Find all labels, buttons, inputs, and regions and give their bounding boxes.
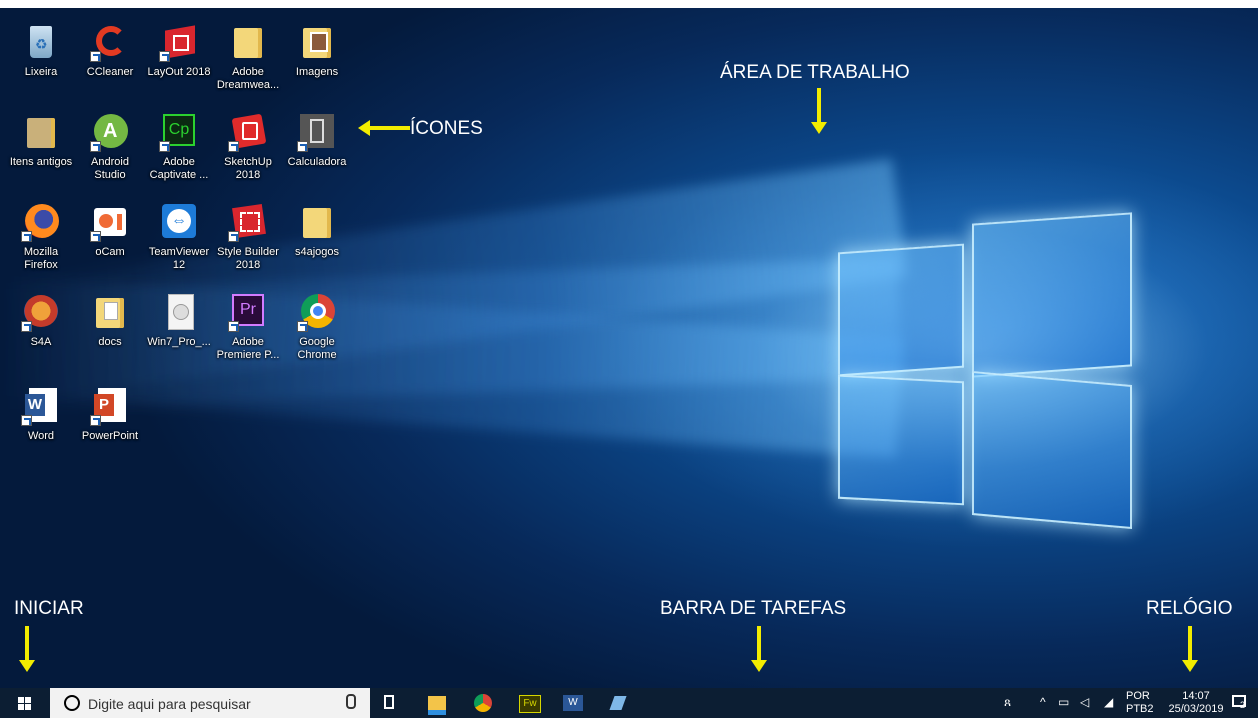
windows-logo-icon	[18, 697, 31, 710]
windows-logo-pane	[972, 371, 1132, 529]
taskbar-chrome[interactable]	[472, 692, 494, 714]
sketchup-icon	[228, 112, 268, 152]
desktop-icon-adobe-dreamweaver[interactable]: Adobe Dreamwea...	[215, 22, 281, 92]
powerpoint-icon: P	[90, 386, 130, 426]
desktop-icon-adobe-premiere[interactable]: Pr Adobe Premiere P...	[215, 292, 281, 362]
clock-time: 14:07	[1182, 690, 1210, 702]
taskbar-app-pen[interactable]	[608, 692, 630, 714]
desktop-icon-sketchup-2018[interactable]: SketchUp 2018	[215, 112, 281, 182]
desktop-wallpaper: ♻ Lixeira CCleaner LayOut 2018 Adobe Dre…	[0, 8, 1258, 718]
clock[interactable]: 14:07 25/03/2019	[1164, 688, 1228, 718]
ccleaner-icon	[90, 22, 130, 62]
fireworks-icon: Fw	[519, 695, 541, 713]
desktop-icon-calculadora[interactable]: Calculadora	[284, 112, 350, 169]
layout-icon	[159, 22, 199, 62]
notification-center-button[interactable]: 2	[1232, 694, 1250, 712]
calculator-icon	[297, 112, 337, 152]
notification-badge: 2	[1240, 700, 1246, 710]
volume-icon[interactable]: ◁	[1080, 695, 1089, 709]
search-input[interactable]: Digite aqui para pesquisar	[88, 696, 251, 712]
pen-icon	[609, 696, 627, 710]
taskbar-file-explorer[interactable]	[426, 692, 448, 715]
desktop-icon-docs[interactable]: docs	[77, 292, 143, 349]
annotation-iniciar: INICIAR	[14, 598, 84, 619]
android-studio-icon: A	[90, 112, 130, 152]
annotation-area-de-trabalho: ÁREA DE TRABALHO	[720, 62, 910, 83]
word-icon: W	[563, 695, 583, 711]
desktop-icon-imagens[interactable]: Imagens	[284, 22, 350, 79]
desktop-icon-win7-pro[interactable]: Win7_Pro_...	[146, 292, 212, 349]
taskbar: Digite aqui para pesquisar Fw W ጸ ^ ▭ ◁ …	[0, 688, 1258, 718]
desktop-icon-layout-2018[interactable]: LayOut 2018	[146, 22, 212, 79]
arrow-left-icon	[358, 120, 410, 136]
language-indicator[interactable]: POR PTB2	[1126, 688, 1160, 718]
folder-icon	[90, 292, 130, 332]
task-view-icon	[384, 695, 394, 709]
desktop-icon-ocam[interactable]: oCam	[77, 202, 143, 259]
arrow-down-icon	[1182, 626, 1198, 672]
desktop-icon-s4a[interactable]: S4A	[8, 292, 74, 349]
task-view-button[interactable]	[384, 695, 400, 711]
ocam-icon	[90, 202, 130, 242]
wifi-icon[interactable]: ◢	[1104, 695, 1113, 709]
folder-icon	[297, 202, 337, 242]
annotation-barra-de-tarefas: BARRA DE TAREFAS	[660, 598, 847, 619]
chrome-icon	[474, 694, 492, 712]
premiere-icon: Pr	[228, 292, 268, 332]
desktop-icon-adobe-captivate[interactable]: Cp Adobe Captivate ...	[146, 112, 212, 182]
file-explorer-icon	[428, 696, 446, 715]
keyboard-layout: PTB2	[1126, 703, 1154, 715]
start-button[interactable]	[0, 688, 50, 718]
firefox-icon	[21, 202, 61, 242]
taskbar-fireworks[interactable]: Fw	[518, 692, 541, 714]
chrome-icon	[297, 292, 337, 332]
clock-date: 25/03/2019	[1168, 703, 1224, 715]
taskbar-word[interactable]: W	[562, 692, 584, 714]
s4a-icon	[21, 292, 61, 332]
pictures-folder-icon	[297, 22, 337, 62]
arrow-down-icon	[811, 88, 827, 134]
network-adapter-icon[interactable]: ▭	[1058, 695, 1069, 709]
folder-icon	[21, 112, 61, 152]
captivate-icon: Cp	[159, 112, 199, 152]
desktop-icon-teamviewer-12[interactable]: ⇔ TeamViewer 12	[146, 202, 212, 272]
desktop-icon-s4ajogos[interactable]: s4ajogos	[284, 202, 350, 259]
microphone-icon[interactable]	[346, 694, 356, 709]
search-box[interactable]: Digite aqui para pesquisar	[50, 688, 370, 718]
arrow-down-icon	[19, 626, 35, 672]
desktop-icon-mozilla-firefox[interactable]: Mozilla Firefox	[8, 202, 74, 272]
desktop-icon-powerpoint[interactable]: P PowerPoint	[77, 386, 143, 443]
recycle-bin-icon: ♻	[21, 22, 61, 62]
windows-logo-pane	[838, 243, 964, 377]
language-code: POR	[1126, 690, 1150, 702]
word-icon: W	[21, 386, 61, 426]
teamviewer-icon: ⇔	[159, 202, 199, 242]
desktop-icon-lixeira[interactable]: ♻ Lixeira	[8, 22, 74, 79]
style-builder-icon	[228, 202, 268, 242]
arrow-down-icon	[751, 626, 767, 672]
annotation-icones: ÍCONES	[410, 118, 483, 139]
windows-logo-pane	[972, 212, 1132, 378]
desktop-icon-google-chrome[interactable]: Google Chrome	[284, 292, 350, 362]
folder-icon	[228, 22, 268, 62]
chevron-up-icon[interactable]: ^	[1040, 695, 1046, 709]
desktop-icon-android-studio[interactable]: A Android Studio	[77, 112, 143, 182]
desktop-icon-itens-antigos[interactable]: Itens antigos	[8, 112, 74, 169]
desktop-icon-style-builder-2018[interactable]: Style Builder 2018	[215, 202, 281, 272]
desktop-icon-ccleaner[interactable]: CCleaner	[77, 22, 143, 79]
disc-image-file-icon	[159, 292, 199, 332]
cortana-circle-icon	[64, 695, 80, 711]
desktop-icon-word[interactable]: W Word	[8, 386, 74, 443]
windows-logo-pane	[838, 374, 964, 506]
people-icon[interactable]: ጸ	[1004, 695, 1011, 710]
annotation-relogio: RELÓGIO	[1146, 598, 1233, 619]
